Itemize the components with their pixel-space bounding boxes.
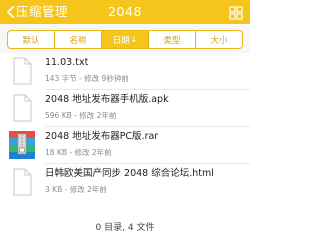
document-icon [9,56,35,86]
document-icon [9,167,35,197]
file-row[interactable]: 2048 地址发布器PC版.rar 18 KB - 修改 2年前 [0,127,250,164]
sort-tab-type[interactable]: 类型 [149,31,196,48]
folder-summary: 0 目录, 4 文件 [95,223,155,233]
file-name: 11.03.txt [45,57,89,68]
archive-icon [9,130,35,160]
file-meta: 18 KB - 修改 2年前 [45,148,112,157]
page-title: 2048 [108,4,142,19]
sort-tab-label: 日期 [112,35,130,46]
sort-tab-default[interactable]: 默认 [8,31,55,48]
file-meta: 596 KB - 修改 2年前 [45,111,117,120]
sort-tab-label: 名称 [69,35,87,46]
file-name: 2048 地址发布器手机版.apk [45,94,169,105]
grid-view-icon[interactable] [229,5,243,20]
title-bar: 压缩管理 2048 [0,0,250,24]
file-row[interactable]: 11.03.txt 143 字节 - 修改 9秒钟前 [0,53,250,90]
sort-tab-size[interactable]: 大小 [196,31,242,48]
sort-segmented-control: 默认 名称 日期 ↓ 类型 大小 [7,30,243,49]
file-name: 日韩欧美国产同步 2048 综合论坛.html [45,168,214,179]
file-name: 2048 地址发布器PC版.rar [45,131,159,142]
file-meta: 143 字节 - 修改 9秒钟前 [45,74,129,83]
file-meta: 3 KB - 修改 2年前 [45,185,107,194]
file-row[interactable]: 日韩欧美国产同步 2048 综合论坛.html 3 KB - 修改 2年前 [0,164,250,201]
sort-descending-icon: ↓ [130,35,138,44]
sort-tab-label: 大小 [210,35,228,46]
document-icon [9,93,35,123]
sort-tab-label: 类型 [163,35,181,46]
file-row[interactable]: 2048 地址发布器手机版.apk 596 KB - 修改 2年前 [0,90,250,127]
sort-tab-date[interactable]: 日期 ↓ [102,31,149,48]
sort-bar: 默认 名称 日期 ↓ 类型 大小 [0,24,250,53]
sort-tab-label: 默认 [22,35,40,46]
sort-tab-name[interactable]: 名称 [55,31,102,48]
